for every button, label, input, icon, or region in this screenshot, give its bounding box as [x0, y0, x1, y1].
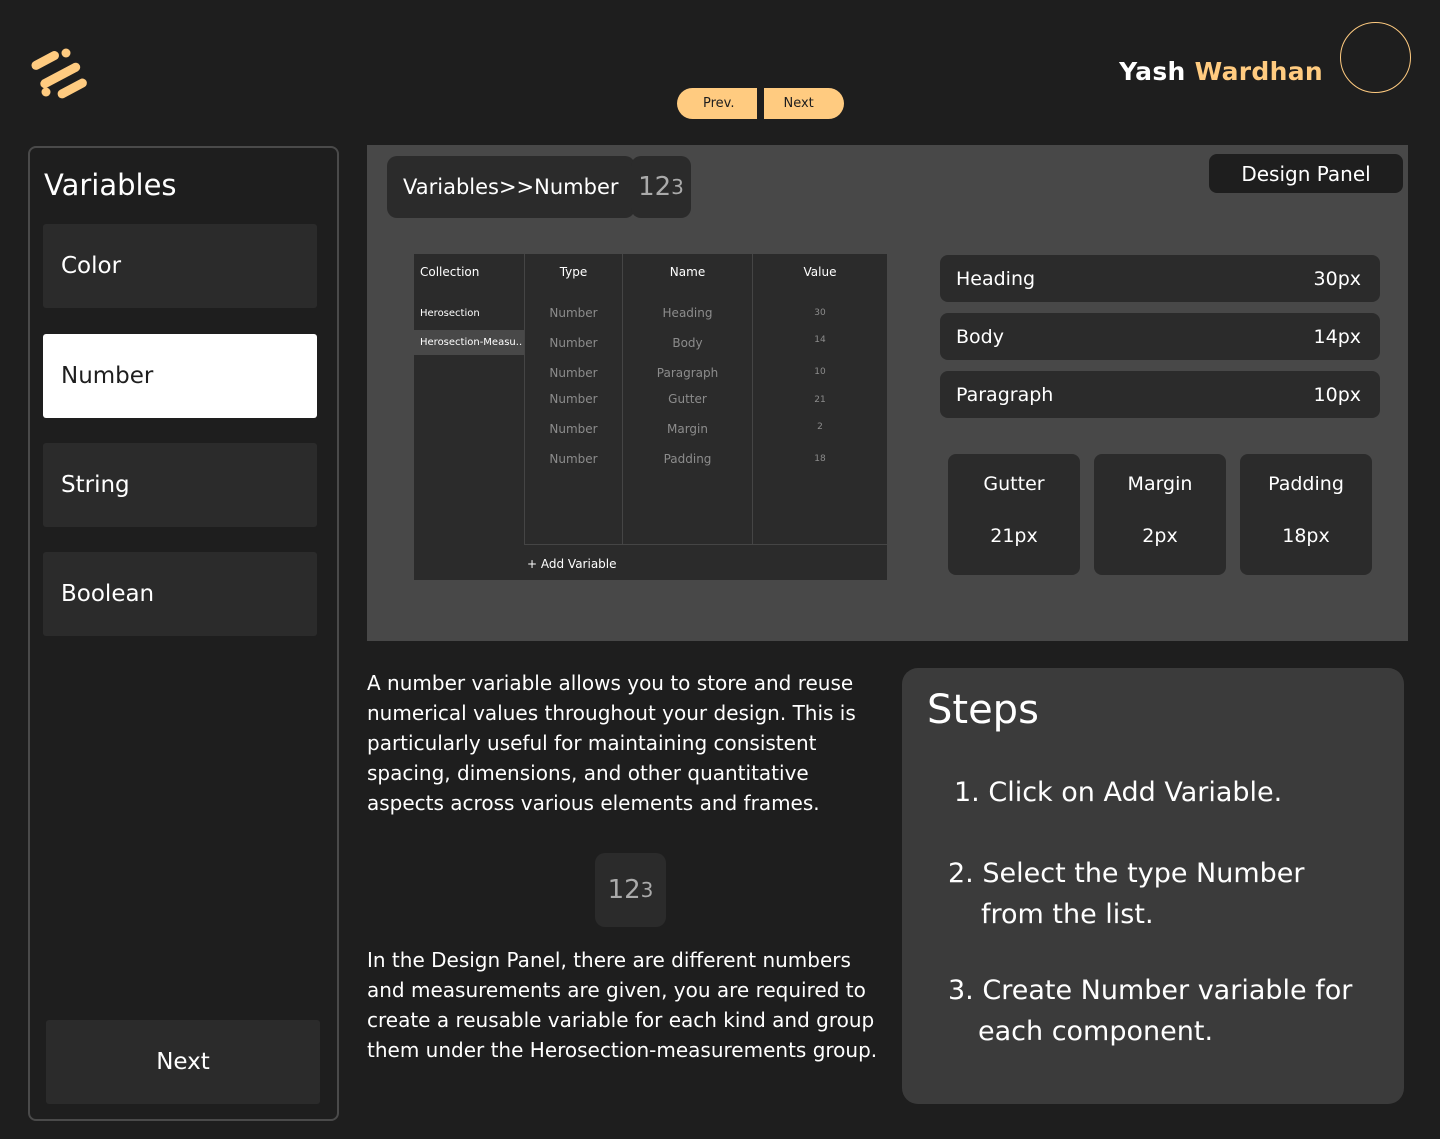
body-row: Body 14px [940, 313, 1380, 360]
step-text: Select the type Number from the list. [981, 858, 1305, 930]
name-column: Name Heading Body Paragraph Gutter Margi… [623, 254, 753, 544]
table-cell: 18 [814, 454, 826, 464]
step-item: 3. Create Number variable for each compo… [948, 970, 1368, 1052]
table-cell: Heading [662, 306, 713, 320]
table-cell: Number [549, 392, 598, 406]
row-label: Heading [956, 267, 1036, 290]
table-cell: 14 [814, 335, 826, 345]
step-number: 3. [948, 975, 974, 1006]
step-number: 1. [954, 777, 980, 808]
prev-button[interactable]: Prev. [677, 88, 758, 119]
user-first-name: Yash [1119, 57, 1186, 86]
sidebar-item-boolean[interactable]: Boolean [43, 552, 317, 636]
box-value: 18px [1282, 525, 1330, 547]
number-type-icon: 12 3 [631, 156, 691, 218]
step-item: 2. Select the type Number from the list. [948, 853, 1348, 935]
user-last-name: Wardhan [1194, 57, 1323, 86]
column-header: Type [559, 265, 588, 279]
row-value: 10px [1313, 383, 1361, 406]
box-label: Padding [1268, 473, 1344, 495]
number-type-icon: 12 3 [595, 853, 666, 927]
box-label: Gutter [983, 473, 1045, 495]
icon-text-small: 3 [640, 878, 654, 902]
table-cell: Number [549, 422, 598, 436]
row-value: 14px [1313, 325, 1361, 348]
sidebar: Variables Color Number String Boolean Ne… [28, 146, 339, 1121]
user-name: Yash Wardhan [1119, 57, 1323, 86]
row-label: Body [956, 325, 1004, 348]
step-item: 1. Click on Add Variable. [954, 772, 1282, 813]
table-cell: Gutter [668, 392, 707, 406]
table-cell: Padding [663, 452, 712, 466]
margin-box: Margin 2px [1094, 454, 1226, 575]
add-variable-button[interactable]: + Add Variable [524, 544, 887, 580]
icon-text: 12 [607, 875, 641, 905]
paragraph-row: Paragraph 10px [940, 371, 1380, 418]
type-column: Type Number Number Number Number Number … [525, 254, 623, 544]
steps-title: Steps [927, 687, 1039, 733]
icon-text: 12 [638, 172, 672, 202]
table-cell: Number [549, 336, 598, 350]
gutter-box: Gutter 21px [948, 454, 1080, 575]
description-text: A number variable allows you to store an… [367, 671, 856, 815]
table-cell: 21 [814, 395, 826, 405]
sidebar-item-color[interactable]: Color [43, 224, 317, 308]
step-text: Create Number variable for each componen… [978, 975, 1353, 1047]
sidebar-item-string[interactable]: String [43, 443, 317, 527]
column-header: Value [803, 265, 837, 279]
collection-column: Collection Herosection Herosection-Measu… [414, 254, 525, 544]
table-cell: Number [549, 306, 598, 320]
box-value: 21px [990, 525, 1038, 547]
table-cell: 10 [814, 367, 826, 377]
table-cell: 2 [817, 422, 823, 432]
sidebar-next-button[interactable]: Next [46, 1020, 320, 1104]
sidebar-item-label: String [61, 472, 130, 498]
collection-item[interactable]: Herosection [414, 301, 524, 326]
step-number: 2. [948, 858, 974, 889]
avatar[interactable] [1340, 22, 1411, 93]
padding-box: Padding 18px [1240, 454, 1372, 575]
column-header: Collection [420, 265, 480, 279]
sidebar-item-label: Color [61, 253, 122, 279]
icon-text-small: 3 [671, 175, 684, 199]
table-cell: Number [549, 366, 598, 380]
value-column: Value 30 14 10 21 2 18 [753, 254, 887, 544]
table-cell: Body [672, 336, 703, 350]
breadcrumb: Variables>>Number [387, 156, 635, 218]
instruction-text: In the Design Panel, there are different… [367, 948, 878, 1062]
heading-row: Heading 30px [940, 255, 1380, 302]
brand-logo [31, 48, 87, 99]
steps-card: Steps 1. Click on Add Variable. 2. Selec… [902, 668, 1404, 1104]
box-value: 2px [1142, 525, 1178, 547]
row-label: Paragraph [956, 383, 1054, 406]
column-header: Name [669, 265, 706, 279]
sidebar-item-number[interactable]: Number [43, 334, 317, 418]
pager: Prev. Next [677, 88, 844, 119]
collection-item-selected[interactable]: Herosection-Measu.. [414, 330, 524, 355]
table-cell: Margin [667, 422, 708, 436]
row-value: 30px [1313, 267, 1361, 290]
next-button[interactable]: Next [764, 88, 844, 119]
design-panel-label: Design Panel [1209, 154, 1403, 193]
box-label: Margin [1127, 473, 1193, 495]
sidebar-title: Variables [44, 168, 177, 202]
sidebar-item-label: Number [61, 363, 154, 389]
variables-table: Collection Herosection Herosection-Measu… [414, 254, 887, 580]
sidebar-item-label: Boolean [61, 581, 155, 607]
table-cell: 30 [814, 308, 826, 318]
table-cell: Paragraph [656, 366, 719, 380]
table-cell: Number [549, 452, 598, 466]
design-panel: Variables>>Number 12 3 Design Panel Colle… [367, 145, 1408, 641]
step-text: Click on Add Variable. [988, 777, 1283, 808]
